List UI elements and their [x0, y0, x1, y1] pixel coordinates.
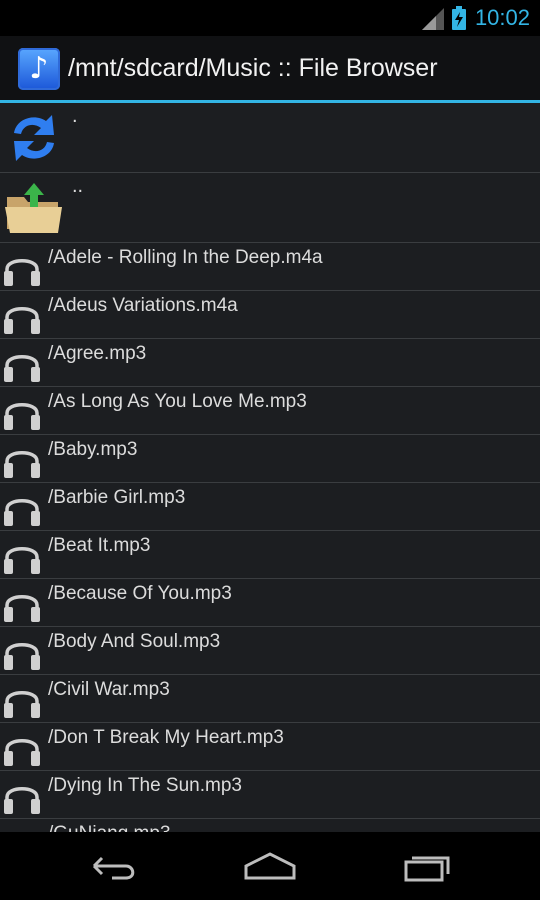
- file-list[interactable]: . .. /Adele - Rolling In the Deep.m4a/Ad…: [0, 103, 540, 832]
- list-item-label: /Body And Soul.mp3: [48, 631, 221, 652]
- headphones-icon: [4, 739, 40, 766]
- headphones-icon: [4, 643, 40, 670]
- list-item-label: /Dying In The Sun.mp3: [48, 775, 242, 796]
- list-item-label: /As Long As You Love Me.mp3: [48, 391, 307, 412]
- back-icon[interactable]: [82, 846, 142, 886]
- list-item-file[interactable]: /GuNiang.mp3: [0, 819, 540, 832]
- list-item-file[interactable]: /Barbie Girl.mp3: [0, 483, 540, 531]
- list-item-file[interactable]: /Beat It.mp3: [0, 531, 540, 579]
- list-item-file[interactable]: /Dying In The Sun.mp3: [0, 771, 540, 819]
- app-music-icon[interactable]: ♪: [18, 48, 60, 90]
- list-item-label: /GuNiang.mp3: [48, 823, 171, 832]
- list-item-label: /Adele - Rolling In the Deep.m4a: [48, 247, 323, 268]
- refresh-icon: [14, 115, 54, 161]
- list-item-label: /Adeus Variations.m4a: [48, 295, 238, 316]
- recent-apps-icon[interactable]: [398, 846, 458, 886]
- list-item-label: /Agree.mp3: [48, 343, 147, 364]
- list-item-file[interactable]: /Don T Break My Heart.mp3: [0, 723, 540, 771]
- list-item-label: .: [72, 105, 78, 127]
- headphones-icon: [4, 499, 40, 526]
- list-item-label: /Barbie Girl.mp3: [48, 487, 186, 508]
- list-item-parent-dir[interactable]: ..: [0, 173, 540, 243]
- headphones-icon: [4, 787, 40, 814]
- folder-up-icon: [5, 183, 62, 233]
- headphones-icon: [4, 451, 40, 478]
- list-item-file[interactable]: /Adeus Variations.m4a: [0, 291, 540, 339]
- headphones-icon: [4, 259, 40, 286]
- list-item-label: ..: [72, 175, 84, 197]
- list-item-label: /Civil War.mp3: [48, 679, 170, 700]
- list-item-file[interactable]: /Civil War.mp3: [0, 675, 540, 723]
- list-item-file[interactable]: /Agree.mp3: [0, 339, 540, 387]
- list-item-file[interactable]: /Body And Soul.mp3: [0, 627, 540, 675]
- headphones-icon: [4, 547, 40, 574]
- list-item-current-dir[interactable]: .: [0, 103, 540, 173]
- headphones-icon: [2, 825, 42, 832]
- navigation-bar: [0, 832, 540, 900]
- page-title: /mnt/sdcard/Music :: File Browser: [68, 54, 438, 82]
- list-item-file[interactable]: /Adele - Rolling In the Deep.m4a: [0, 243, 540, 291]
- list-item-label: /Don T Break My Heart.mp3: [48, 727, 284, 748]
- signal-icon: [422, 8, 444, 30]
- list-item-file[interactable]: /As Long As You Love Me.mp3: [0, 387, 540, 435]
- status-bar: 10:02: [0, 0, 540, 36]
- list-item-label: /Beat It.mp3: [48, 535, 151, 556]
- headphones-icon: [4, 355, 40, 382]
- action-bar: ♪ /mnt/sdcard/Music :: File Browser: [0, 36, 540, 103]
- clock: 10:02: [474, 5, 530, 30]
- list-item-file[interactable]: /Because Of You.mp3: [0, 579, 540, 627]
- battery-charging-icon: [452, 6, 466, 30]
- list-item-file[interactable]: /Baby.mp3: [0, 435, 540, 483]
- list-item-label: /Baby.mp3: [48, 439, 138, 460]
- headphones-icon: [4, 403, 40, 430]
- list-item-label: /Because Of You.mp3: [48, 583, 232, 604]
- headphones-icon: [4, 595, 40, 622]
- headphones-icon: [4, 691, 40, 718]
- headphones-icon: [4, 307, 40, 334]
- home-icon[interactable]: [240, 846, 300, 886]
